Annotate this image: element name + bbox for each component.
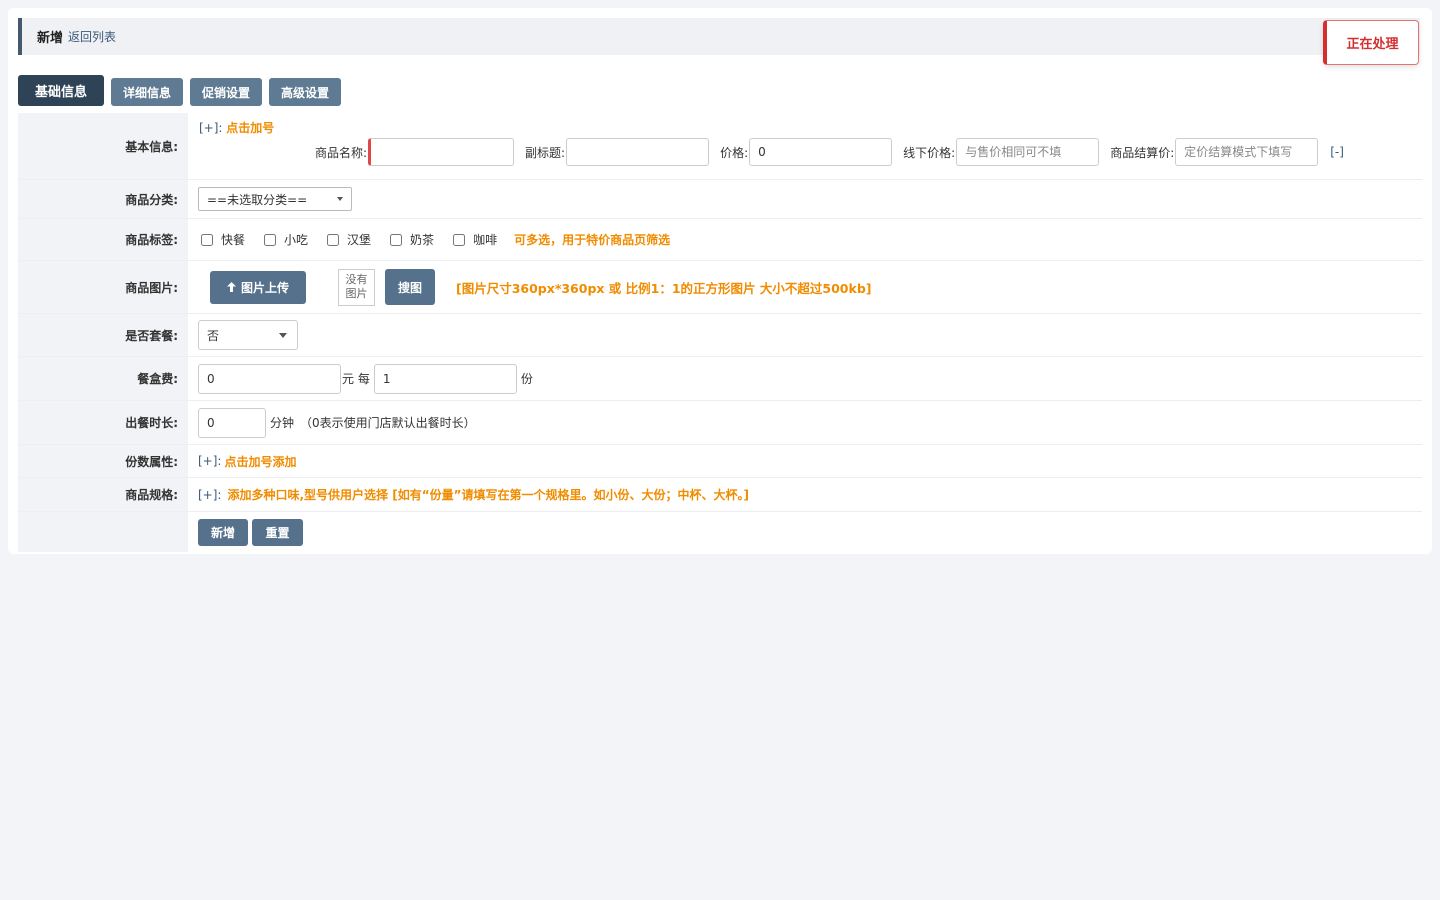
prep-time-unit: 分钟: [270, 416, 295, 430]
row-prep-time: 出餐时长: 分钟 （0表示使用门店默认出餐时长）: [18, 401, 1422, 445]
row-portions: 份数属性: [+]: 点击加号添加: [18, 445, 1422, 478]
image-label: 商品图片:: [18, 261, 188, 313]
box-fee-label: 餐盒费:: [18, 357, 188, 400]
row-category: 商品分类: ==未选取分类==: [18, 180, 1422, 219]
tag-option[interactable]: 小吃: [264, 231, 308, 248]
portions-label: 份数属性:: [18, 445, 188, 477]
row-specs: 商品规格: [+]: 添加多种口味,型号供用户选择 [如有“份量”请填写在第一个…: [18, 478, 1422, 512]
product-name-label: 商品名称:: [315, 145, 368, 160]
subtitle-label: 副标题:: [525, 145, 566, 160]
image-search-button[interactable]: 搜图: [385, 269, 435, 305]
box-fee-unit: 元 每: [342, 372, 370, 386]
box-fee-per-unit: 份: [520, 372, 533, 386]
tag-checkbox-fastfood[interactable]: [201, 233, 213, 246]
offline-price-label: 线下价格:: [903, 145, 956, 160]
row-box-fee: 餐盒费: 元 每 份: [18, 357, 1422, 401]
add-portion-prefix[interactable]: [+]:: [198, 454, 221, 468]
row-image: 商品图片: 图片上传 没有 图片 搜图 [图片尺寸360px*360px 或 比…: [18, 261, 1422, 314]
product-form: 基本信息: [+]: 点击加号 商品名称: 副标题: 价格: 线下价格: 商品结…: [18, 113, 1422, 552]
category-select[interactable]: ==未选取分类==: [198, 187, 352, 211]
price-input[interactable]: [749, 138, 893, 166]
image-preview-placeholder: 没有 图片: [338, 268, 375, 306]
tag-option[interactable]: 快餐: [201, 231, 245, 248]
category-label: 商品分类:: [18, 180, 188, 218]
reset-button[interactable]: 重置: [252, 518, 303, 546]
row-basic-info: 基本信息: [+]: 点击加号 商品名称: 副标题: 价格: 线下价格: 商品结…: [18, 113, 1422, 180]
processing-toast: 正在处理: [1323, 20, 1419, 65]
chevron-down-icon: [279, 333, 287, 338]
tags-hint: 可多选，用于特价商品页筛选: [514, 233, 671, 247]
add-basic-info-prefix[interactable]: [+]:: [199, 121, 222, 135]
price-label: 价格:: [720, 145, 749, 160]
add-spec-link[interactable]: 添加多种口味,型号供用户选择 [如有“份量”请填写在第一个规格里。如小份、大份；…: [227, 486, 748, 503]
tab-detail-info[interactable]: 详细信息: [111, 78, 184, 106]
tag-option[interactable]: 咖啡: [453, 231, 497, 248]
tag-checkbox-coffee[interactable]: [453, 233, 466, 246]
box-fee-input[interactable]: [198, 363, 341, 394]
page-title: 新增: [37, 31, 64, 46]
basic-info-label: 基本信息:: [18, 113, 188, 179]
back-to-list-link[interactable]: 返回列表: [68, 28, 116, 45]
tab-bar: 基础信息 详细信息 促销设置 高级设置: [18, 75, 342, 106]
tab-promotion-settings[interactable]: 促销设置: [190, 78, 263, 106]
prep-time-label: 出餐时长:: [18, 401, 188, 444]
tags-label: 商品标签:: [18, 219, 188, 260]
row-actions: 新增 重置: [18, 512, 1422, 552]
prep-time-input[interactable]: [198, 407, 266, 438]
remove-basic-info-button[interactable]: [-]: [1330, 145, 1344, 159]
box-fee-per-input[interactable]: [373, 363, 517, 394]
row-tags: 商品标签: 快餐 小吃 汉堡 奶茶 咖啡 可多选，用于特价商品页筛选: [18, 219, 1422, 261]
tab-basic-info[interactable]: 基础信息: [18, 75, 105, 106]
tag-checkbox-snack[interactable]: [264, 233, 277, 246]
product-name-input[interactable]: [368, 138, 515, 166]
add-portion-link[interactable]: 点击加号添加: [224, 453, 296, 470]
tag-checkbox-burger[interactable]: [327, 233, 340, 246]
tag-checkbox-milktea[interactable]: [390, 233, 403, 246]
image-upload-button[interactable]: 图片上传: [210, 270, 306, 304]
add-spec-prefix[interactable]: [+]:: [198, 488, 221, 502]
combo-select[interactable]: 否: [198, 320, 298, 350]
arrow-up-icon: [226, 282, 236, 292]
page-header: 新增 返回列表: [18, 18, 1420, 55]
main-panel: 新增 返回列表 正在处理 基础信息 详细信息 促销设置 高级设置 基本信息: […: [8, 8, 1432, 554]
submit-button[interactable]: 新增: [198, 518, 248, 546]
offline-price-input[interactable]: [956, 138, 1100, 166]
settlement-price-label: 商品结算价:: [1110, 145, 1175, 160]
tag-option[interactable]: 奶茶: [390, 231, 434, 248]
tag-option[interactable]: 汉堡: [327, 231, 371, 248]
combo-label: 是否套餐:: [18, 314, 188, 356]
tab-advanced-settings[interactable]: 高级设置: [269, 78, 342, 106]
settlement-price-input[interactable]: [1175, 138, 1319, 166]
category-selected-value: ==未选取分类==: [207, 192, 308, 207]
combo-selected-value: 否: [207, 328, 220, 343]
chevron-down-icon: [337, 197, 343, 201]
row-combo: 是否套餐: 否: [18, 314, 1422, 357]
specs-label: 商品规格:: [18, 478, 188, 511]
prep-time-hint: （0表示使用门店默认出餐时长）: [300, 416, 476, 430]
add-basic-info-link[interactable]: 点击加号: [226, 121, 274, 135]
subtitle-input[interactable]: [566, 138, 710, 166]
image-hint: [图片尺寸360px*360px 或 比例1：1的正方形图片 大小不超过500k…: [456, 280, 872, 296]
